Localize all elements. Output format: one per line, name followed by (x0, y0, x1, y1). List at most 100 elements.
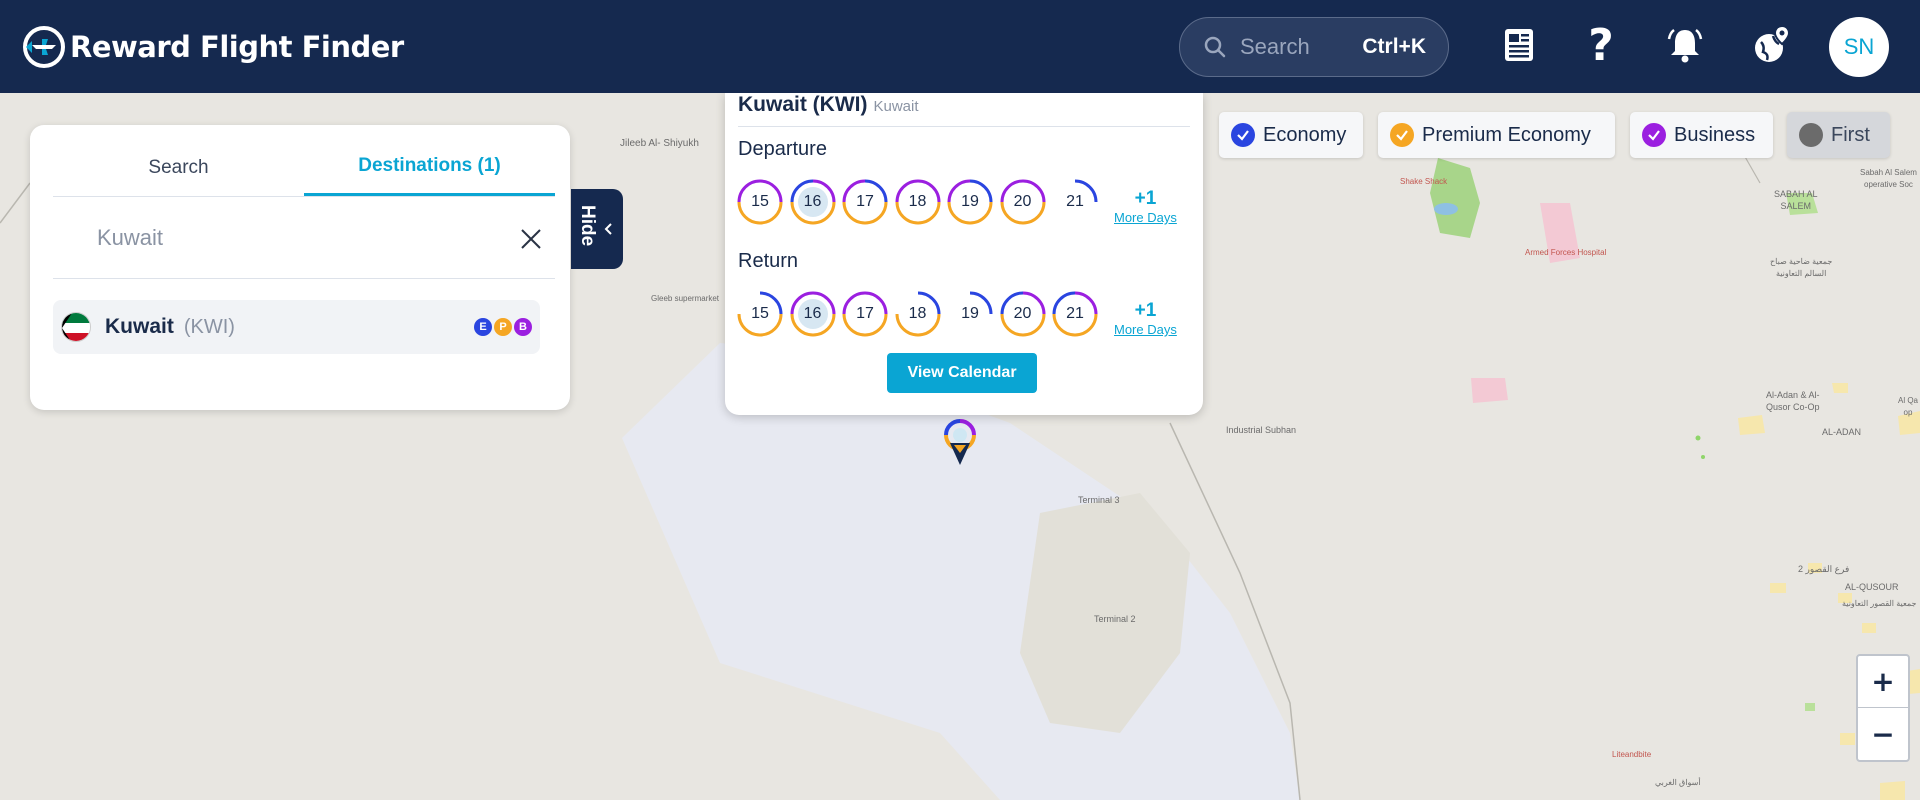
destination-search-input[interactable]: Kuwait (53, 197, 555, 279)
return-day[interactable]: 20 (999, 290, 1047, 338)
filter-economy[interactable]: Economy (1219, 112, 1363, 158)
return-day[interactable]: 15 (736, 290, 784, 338)
chevron-left-icon (604, 223, 612, 235)
departure-day[interactable]: 17 (841, 178, 889, 226)
destination-input-value: Kuwait (97, 224, 164, 250)
map-label: جمعية ضاحية صباح السالم التعاونية (1770, 257, 1833, 278)
global-search[interactable]: Search Ctrl+K (1179, 17, 1449, 77)
check-icon (1390, 123, 1414, 147)
filter-label: Premium Economy (1422, 123, 1591, 146)
panel-tabs: Search Destinations (1) (53, 125, 555, 197)
business-badge: B (514, 318, 532, 336)
filter-label: Business (1674, 123, 1756, 146)
map-label: Armed Forces Hospital (1525, 248, 1607, 257)
tab-search[interactable]: Search (53, 125, 304, 196)
map-label: جمعية القصور التعاونية (1842, 599, 1917, 608)
tab-destinations[interactable]: Destinations (1) (304, 125, 555, 196)
return-day[interactable]: 21 (1051, 290, 1099, 338)
map-label: Terminal 2 (1094, 614, 1136, 624)
hide-label: Hide (577, 205, 598, 247)
map-label: AL-ADAN (1822, 427, 1862, 437)
departure-day[interactable]: 20 (999, 178, 1047, 226)
day-number: 20 (1013, 305, 1032, 322)
user-avatar[interactable]: SN (1829, 17, 1889, 77)
map-label: Terminal 3 (1078, 495, 1120, 505)
map-label: AL-QUSOUR (1845, 582, 1899, 592)
news-icon[interactable] (1496, 22, 1542, 68)
day-number: 18 (908, 193, 927, 210)
day-number: 21 (1066, 193, 1084, 210)
brand[interactable]: Reward Flight Finder (22, 25, 404, 69)
return-more-days[interactable]: +1 More Days (1114, 300, 1177, 337)
divider (738, 126, 1190, 127)
departure-day[interactable]: 15 (736, 178, 784, 226)
more-days-link[interactable]: More Days (1114, 210, 1177, 225)
popup-subtitle: Kuwait (873, 98, 919, 115)
departure-label: Departure (738, 138, 827, 160)
map-label: SABAH AL SALEM (1774, 189, 1818, 211)
filter-label: First (1831, 123, 1870, 146)
return-day[interactable]: 16 (789, 290, 837, 338)
more-count: +1 (1134, 300, 1157, 321)
map-label: Gleeb supermarket (651, 294, 720, 303)
kuwait-flag-icon (61, 312, 91, 342)
plane-logo-icon (23, 25, 65, 68)
departure-days: 15 16 17 18 19 20 21 (736, 178, 1104, 226)
check-icon (1642, 123, 1666, 147)
map-label: Al-Adan & Al- Qusor Co-Op (1766, 390, 1820, 412)
premium-economy-badge: P (494, 318, 512, 336)
day-number: 15 (751, 193, 769, 210)
more-count: +1 (1134, 188, 1157, 209)
more-days-link[interactable]: More Days (1114, 322, 1177, 337)
economy-badge: E (474, 318, 492, 336)
filter-label: Economy (1263, 123, 1347, 146)
return-day[interactable]: 17 (841, 290, 889, 338)
unchecked-icon (1799, 123, 1823, 147)
view-calendar-button[interactable]: View Calendar (887, 353, 1037, 393)
departure-day[interactable]: 18 (894, 178, 942, 226)
destination-popup: Kuwait (KWI) Kuwait Departure 15 16 17 18 19 2… (725, 93, 1203, 415)
day-number: 16 (803, 193, 822, 210)
help-icon[interactable]: ? (1578, 20, 1624, 71)
filter-premium-economy[interactable]: Premium Economy (1378, 112, 1615, 158)
return-label: Return (738, 250, 799, 272)
day-number: 19 (961, 193, 979, 210)
zoom-out-button[interactable]: − (1858, 708, 1908, 760)
globe-location-icon[interactable] (1749, 22, 1795, 68)
top-nav-bar: Reward Flight Finder Search Ctrl+K ? SN (0, 0, 1920, 93)
result-city: Kuwait (105, 315, 174, 338)
map-label: فرع القصور 2 (1798, 564, 1850, 574)
destination-result-item[interactable]: Kuwait (KWI) E P B (53, 300, 540, 354)
result-code: (KWI) (183, 315, 235, 338)
departure-more-days[interactable]: +1 More Days (1114, 188, 1177, 225)
return-day[interactable]: 18 (894, 290, 942, 338)
search-placeholder: Search (1240, 34, 1310, 59)
day-number: 18 (908, 305, 927, 322)
filter-first[interactable]: First (1787, 112, 1890, 158)
day-number: 19 (961, 305, 979, 322)
destinations-panel: Search Destinations (1) Kuwait Kuwait (K… (30, 125, 570, 410)
map-label: أسواق الغربي (1655, 778, 1701, 787)
cabin-availability: E P B (474, 318, 532, 336)
departure-day[interactable]: 16 (789, 178, 837, 226)
bell-icon[interactable] (1662, 22, 1708, 68)
map-label: Industrial Subhan (1226, 425, 1297, 435)
clear-icon[interactable] (519, 227, 543, 251)
hide-panel-button[interactable]: Hide (571, 189, 623, 269)
day-number: 17 (856, 193, 874, 210)
return-day[interactable]: 19 (946, 290, 994, 338)
popup-title: Kuwait (KWI) Kuwait (738, 93, 919, 117)
day-number: 16 (803, 305, 822, 322)
day-number: 17 (856, 305, 874, 322)
map-label: Shake Shack (1400, 177, 1448, 186)
departure-day[interactable]: 19 (946, 178, 994, 226)
zoom-in-button[interactable]: + (1858, 656, 1908, 708)
map-label: Jileeb Al- Shiyukh (620, 138, 699, 149)
day-number: 21 (1066, 305, 1084, 322)
filter-business[interactable]: Business (1630, 112, 1773, 158)
map-label: Liteandbite (1612, 750, 1652, 759)
map-pin-icon[interactable] (940, 417, 980, 471)
search-shortcut: Ctrl+K (1362, 35, 1426, 58)
departure-day[interactable]: 21 (1051, 178, 1099, 226)
map-label: Al Qa op (1898, 396, 1919, 417)
